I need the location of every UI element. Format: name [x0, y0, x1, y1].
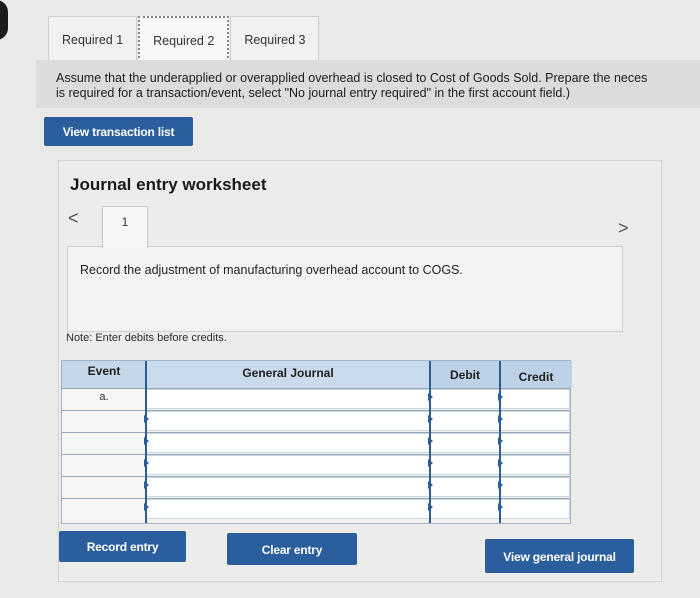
credit-input[interactable] [500, 411, 570, 431]
journal-entry-table: Event General Journal Debit Credit a. [61, 360, 572, 524]
debit-input[interactable] [430, 389, 500, 409]
table-row [62, 498, 570, 520]
credit-input[interactable] [500, 389, 570, 409]
instructions-line-1: Assume that the underapplied or overappl… [56, 71, 648, 85]
credit-input[interactable] [500, 455, 570, 475]
debit-input[interactable] [430, 411, 500, 431]
table-row [62, 476, 570, 498]
next-chevron-icon[interactable]: > [618, 218, 629, 239]
account-input[interactable] [146, 499, 430, 519]
previous-chevron-icon[interactable]: < [68, 208, 79, 229]
event-cell [62, 477, 146, 499]
tab-required-1[interactable]: Required 1 [48, 16, 138, 62]
record-entry-button[interactable]: Record entry [59, 531, 186, 562]
credit-input[interactable] [500, 499, 570, 519]
debit-input[interactable] [430, 499, 500, 519]
tab-required-2[interactable]: Required 2 [138, 16, 230, 62]
window-edge [0, 0, 8, 40]
tab-required-3[interactable]: Required 3 [230, 16, 320, 62]
view-transaction-list-button[interactable]: View transaction list [44, 117, 193, 146]
step-tab-1[interactable]: 1 [102, 206, 148, 248]
event-cell [62, 499, 146, 521]
column-header-credit: Credit [500, 361, 572, 388]
table-row [62, 410, 570, 432]
debits-note: Note: Enter debits before credits. [66, 332, 227, 344]
credit-input[interactable] [500, 433, 570, 453]
column-divider [145, 361, 147, 523]
debit-input[interactable] [430, 433, 500, 453]
instructions-line-2: is required for a transaction/event, sel… [56, 86, 570, 100]
table-row [62, 432, 570, 454]
account-input[interactable] [146, 477, 430, 497]
debit-input[interactable] [430, 477, 500, 497]
event-cell [62, 411, 146, 433]
event-cell [62, 455, 146, 477]
debit-input[interactable] [430, 455, 500, 475]
clear-entry-button[interactable]: Clear entry [227, 533, 357, 565]
event-cell [62, 433, 146, 455]
step-description-panel [67, 246, 623, 332]
account-input[interactable] [146, 433, 430, 453]
column-divider [499, 361, 501, 523]
account-input[interactable] [146, 389, 430, 409]
column-header-debit: Debit [430, 361, 500, 388]
account-input[interactable] [146, 455, 430, 475]
view-general-journal-button[interactable]: View general journal [485, 539, 634, 573]
table-row [62, 454, 570, 476]
worksheet-title: Journal entry worksheet [70, 175, 267, 194]
column-header-event: Event [62, 361, 146, 388]
column-divider [429, 361, 431, 523]
requirement-tabs: Required 1 Required 2 Required 3 [48, 16, 320, 62]
account-input[interactable] [146, 411, 430, 431]
table-row: a. [62, 388, 570, 410]
credit-input[interactable] [500, 477, 570, 497]
column-header-general-journal: General Journal [146, 361, 430, 388]
event-cell: a. [99, 391, 109, 403]
instructions-text: Assume that the underapplied or overappl… [56, 71, 700, 101]
step-description: Record the adjustment of manufacturing o… [80, 263, 463, 277]
